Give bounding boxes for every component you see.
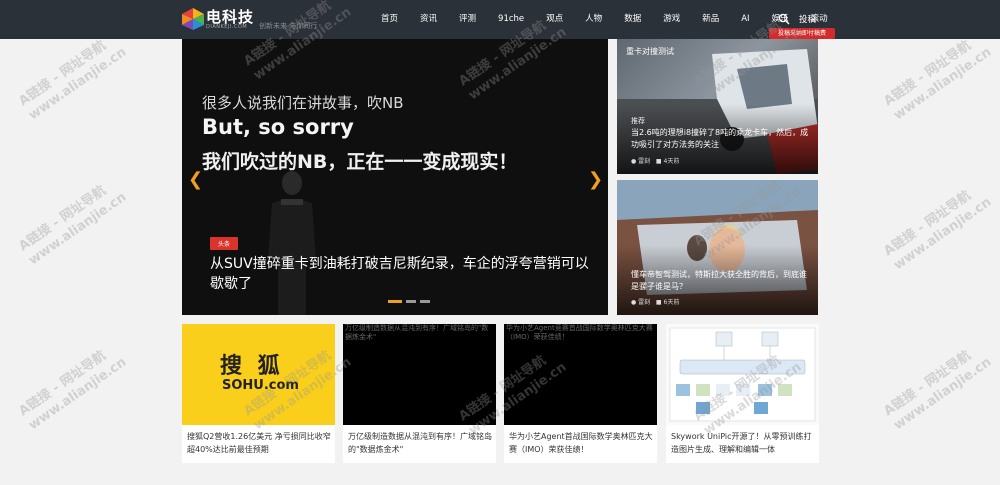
watermark: A链接 - 网址导航 www.alianjie.cn xyxy=(16,348,130,434)
article-card[interactable]: 华为小艺Agent竞赛首战国际数学奥林匹克大赛（IMO）荣获佳绩！ 华为小艺Ag… xyxy=(504,324,657,463)
watermark: A链接 - 网址导航 www.alianjie.cn xyxy=(16,183,130,269)
broken-image: 万亿级制造数据从混沌到有序！广域铭岛的"数据炼金术" xyxy=(343,324,496,425)
hero-slide-text-line1: 很多人说我们在讲故事，吹NB xyxy=(202,94,404,112)
nav-item-opinion[interactable]: 观点 xyxy=(535,0,574,39)
nav-item-data[interactable]: 数据 xyxy=(613,0,652,39)
contribute-badge[interactable]: 投稿采纳即付稿费 xyxy=(769,28,835,39)
clock-icon: ■ xyxy=(655,299,662,306)
clock-icon: ■ xyxy=(655,158,662,165)
hero-carousel[interactable]: 很多人说我们在讲故事，吹NB But, so sorry 我们吹过的NB，正在一… xyxy=(182,39,608,315)
card-title[interactable]: Skywork UniPic开源了！从零预训练打造图片生成、理解和编辑一体 xyxy=(671,430,816,456)
nav-item-people[interactable]: 人物 xyxy=(574,0,613,39)
side-article-card[interactable]: 重卡对撞测试 推荐 当2.6吨的理想i8撞碎了8吨的乘龙卡车，然后，成功吸引了对… xyxy=(617,39,818,174)
card-title[interactable]: 华为小艺Agent首战国际数学奥林匹克大赛（IMO）荣获佳绩！ xyxy=(509,430,654,456)
architecture-diagram xyxy=(669,327,816,422)
card-title[interactable]: 搜狐Q2营收1.26亿美元 净亏损同比收窄超40%达比前最佳预期 xyxy=(187,430,332,456)
hero-slide-text-line2: But, so sorry xyxy=(202,115,354,139)
top-navbar: 电科技 DIANKEJI.COM 创新未来 与你同行 首页 资讯 评测 91ch… xyxy=(0,0,1000,39)
nav-item-products[interactable]: 新品 xyxy=(691,0,730,39)
carousel-indicators xyxy=(388,300,430,303)
nav-item-news[interactable]: 资讯 xyxy=(409,0,448,39)
sohu-logo-text: 搜 狐 xyxy=(220,354,284,379)
model-diagram-image xyxy=(666,324,819,425)
carousel-dot[interactable] xyxy=(406,300,416,303)
nav-item-91che[interactable]: 91che xyxy=(487,0,535,39)
image-alt-text: 华为小艺Agent竞赛首战国际数学奥林匹克大赛（IMO）荣获佳绩！ xyxy=(506,324,653,341)
image-alt-text: 万亿级制造数据从混沌到有序！广域铭岛的"数据炼金术" xyxy=(345,324,489,341)
card-image-caption: 重卡对撞测试 xyxy=(626,47,674,56)
card-meta: ● 雷刻 ■ 6天前 xyxy=(631,297,679,306)
card-meta: ● 雷刻 ■ 4天前 xyxy=(631,156,679,165)
carousel-dot[interactable] xyxy=(420,300,430,303)
card-title[interactable]: 万亿级制造数据从混沌到有序！广域铭岛的"数据炼金术" xyxy=(348,430,493,456)
carousel-prev-icon[interactable]: ❮ xyxy=(188,169,203,190)
logo-subtitle: DIANKEJI.COM xyxy=(206,24,248,30)
broken-image: 华为小艺Agent竞赛首战国际数学奥林匹克大赛（IMO）荣获佳绩！ xyxy=(504,324,657,425)
card-category[interactable]: 推荐 xyxy=(631,116,645,126)
logo-icon xyxy=(182,8,204,30)
hero-caption[interactable]: 从SUV撞碎重卡到油耗打破吉尼斯纪录，车企的浮夸营销可以歇歇了 xyxy=(210,254,590,294)
contribute-link[interactable]: 投稿 xyxy=(799,13,816,25)
carousel-next-icon[interactable]: ❯ xyxy=(588,169,603,190)
watermark: A链接 - 网址导航 www.alianjie.cn xyxy=(881,188,995,274)
article-card[interactable]: 搜 狐 SOHU.com 搜狐Q2营收1.26亿美元 净亏损同比收窄超40%达比… xyxy=(182,324,335,463)
article-card[interactable]: 万亿级制造数据从混沌到有序！广域铭岛的"数据炼金术" 万亿级制造数据从混沌到有序… xyxy=(343,324,496,463)
card-title[interactable]: 当2.6吨的理想i8撞碎了8吨的乘龙卡车，然后，成功吸引了对方法务的关注 xyxy=(631,127,811,151)
user-icon: ● xyxy=(631,158,637,165)
watermark: A链接 - 网址导航 www.alianjie.cn xyxy=(16,38,130,124)
nav-item-games[interactable]: 游戏 xyxy=(652,0,691,39)
sohu-logo-subtext: SOHU.com xyxy=(222,378,299,393)
user-icon: ● xyxy=(631,299,637,306)
hero-slide-text-line3: 我们吹过的NB，正在一一变成现实！ xyxy=(202,151,518,173)
card-author: 雷刻 xyxy=(638,299,651,306)
headline-tag: 头条 xyxy=(210,237,239,250)
card-time: 4天前 xyxy=(663,158,680,165)
site-slogan: 创新未来 与你同行 xyxy=(259,22,318,30)
watermark: A链接 - 网址导航 www.alianjie.cn xyxy=(881,38,995,124)
card-time: 6天前 xyxy=(663,299,680,306)
nav-item-reviews[interactable]: 评测 xyxy=(448,0,487,39)
nav-item-ai[interactable]: AI xyxy=(730,0,760,39)
sohu-logo-image: 搜 狐 SOHU.com xyxy=(182,324,335,425)
article-card[interactable]: Skywork UniPic开源了！从零预训练打造图片生成、理解和编辑一体 xyxy=(666,324,819,463)
search-icon[interactable] xyxy=(778,13,790,25)
side-article-card[interactable]: 懂车帝智驾测试，特斯拉大获全胜的背后，到底谁是骡子谁是马？ ● 雷刻 ■ 6天前 xyxy=(617,180,818,315)
nav-item-home[interactable]: 首页 xyxy=(370,0,409,39)
carousel-dot[interactable] xyxy=(388,300,402,303)
card-title[interactable]: 懂车帝智驾测试，特斯拉大获全胜的背后，到底谁是骡子谁是马？ xyxy=(631,269,811,293)
card-author: 雷刻 xyxy=(638,158,651,165)
watermark: A链接 - 网址导航 www.alianjie.cn xyxy=(881,348,995,434)
